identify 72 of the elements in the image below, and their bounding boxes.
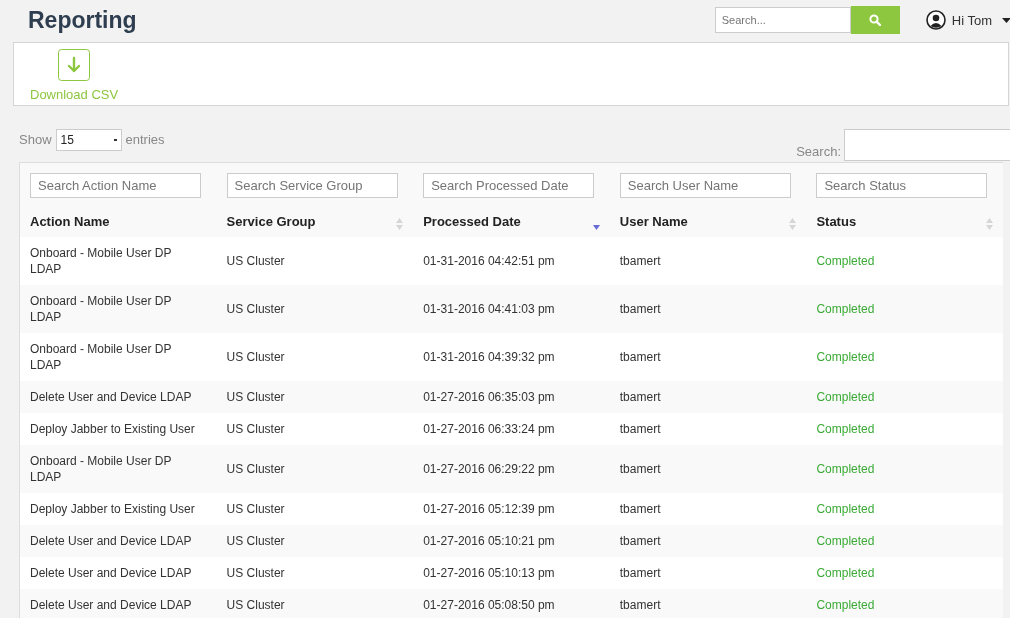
filter-field[interactable]: Search Processed Date <box>423 172 595 198</box>
table-cell-text: Onboard - Mobile User DP LDAP <box>30 341 173 373</box>
table-cell: 01-31-2016 04:42:51 pm <box>423 254 555 268</box>
table-cell: 01-27-2016 06:35:03 pm <box>423 390 555 404</box>
table-cell: US Cluster <box>226 534 285 548</box>
table-cell: tbamert <box>619 534 661 548</box>
table-cell: 01-27-2016 05:10:13 pm <box>423 566 555 580</box>
table-cell-text: Delete User and Device LDAP <box>30 389 193 405</box>
table-cell: US Cluster <box>226 302 285 316</box>
status-text: Completed <box>816 462 875 476</box>
table-cell: US Cluster <box>226 422 285 436</box>
table-cell: tbamert <box>619 302 661 316</box>
status-text: Completed <box>816 598 875 612</box>
user-icon <box>925 10 946 30</box>
table-cell: 01-27-2016 05:12:39 pm <box>423 502 555 516</box>
show-label: Show <box>19 131 52 149</box>
table-cell: tbamert <box>619 462 661 476</box>
entries-label: entries <box>125 131 165 149</box>
status-text: Completed <box>816 302 875 316</box>
filter-field[interactable]: Search User Name <box>619 172 791 198</box>
table-cell: 01-27-2016 06:29:22 pm <box>423 462 555 476</box>
table-cell: tbamert <box>619 422 661 436</box>
download-icon <box>58 49 91 81</box>
table-cell: tbamert <box>619 598 661 612</box>
table-cell: tbamert <box>619 390 661 404</box>
status-text: Completed <box>816 534 875 548</box>
user-menu[interactable]: Hi Tom <box>925 10 1010 30</box>
column-header[interactable]: Action Name <box>30 213 110 229</box>
table-cell-text: Onboard - Mobile User DP LDAP <box>30 453 173 485</box>
search-label: Search: <box>796 143 841 161</box>
filter-field[interactable]: Search Status <box>816 172 988 198</box>
page-size-select[interactable]: 15 <box>55 129 122 151</box>
table-cell: US Cluster <box>226 598 285 612</box>
table-cell-text: Delete User and Device LDAP <box>30 565 193 581</box>
filter-field[interactable]: Search Service Group <box>226 172 398 198</box>
status-text: Completed <box>816 566 875 580</box>
table-search-field[interactable] <box>844 129 1010 161</box>
table-cell: 01-27-2016 06:33:24 pm <box>423 422 555 436</box>
table-cell: 01-31-2016 04:39:32 pm <box>423 350 555 364</box>
table-cell-text: Deploy Jabber to Existing User <box>30 501 196 517</box>
filter-field[interactable]: Search Action Name <box>30 172 201 198</box>
column-header[interactable]: Status <box>816 213 857 229</box>
table-cell: 01-31-2016 04:41:03 pm <box>423 302 555 316</box>
table-cell: tbamert <box>619 350 661 364</box>
table-cell-text: Deploy Jabber to Existing User <box>30 421 196 437</box>
status-text: Completed <box>816 390 875 404</box>
table-cell: US Cluster <box>226 350 285 364</box>
column-header[interactable]: Service Group <box>226 213 316 229</box>
status-text: Completed <box>816 350 875 364</box>
table-cell: US Cluster <box>226 390 285 404</box>
table-cell-text: Onboard - Mobile User DP LDAP <box>30 245 173 277</box>
table-cell-text: Onboard - Mobile User DP LDAP <box>30 293 173 325</box>
page-title: Reporting <box>28 6 137 34</box>
table-cell: tbamert <box>619 502 661 516</box>
table-cell-text: Delete User and Device LDAP <box>30 533 193 549</box>
column-header[interactable]: Processed Date <box>423 213 521 229</box>
table-cell: US Cluster <box>226 254 285 268</box>
status-text: Completed <box>816 254 875 268</box>
search-icon <box>869 13 882 26</box>
table-cell: US Cluster <box>226 462 285 476</box>
status-text: Completed <box>816 422 875 436</box>
table-cell: tbamert <box>619 566 661 580</box>
search-field[interactable]: Search... <box>714 6 851 33</box>
column-header[interactable]: User Name <box>619 213 688 229</box>
table-cell: US Cluster <box>226 502 285 516</box>
table-cell: 01-27-2016 05:10:21 pm <box>423 534 555 548</box>
search-button[interactable] <box>850 5 900 34</box>
status-text: Completed <box>816 502 875 516</box>
table-cell: 01-27-2016 05:08:50 pm <box>423 598 555 612</box>
table-cell-text: Delete User and Device LDAP <box>30 597 193 613</box>
table-cell: tbamert <box>619 254 661 268</box>
table-cell: US Cluster <box>226 566 285 580</box>
